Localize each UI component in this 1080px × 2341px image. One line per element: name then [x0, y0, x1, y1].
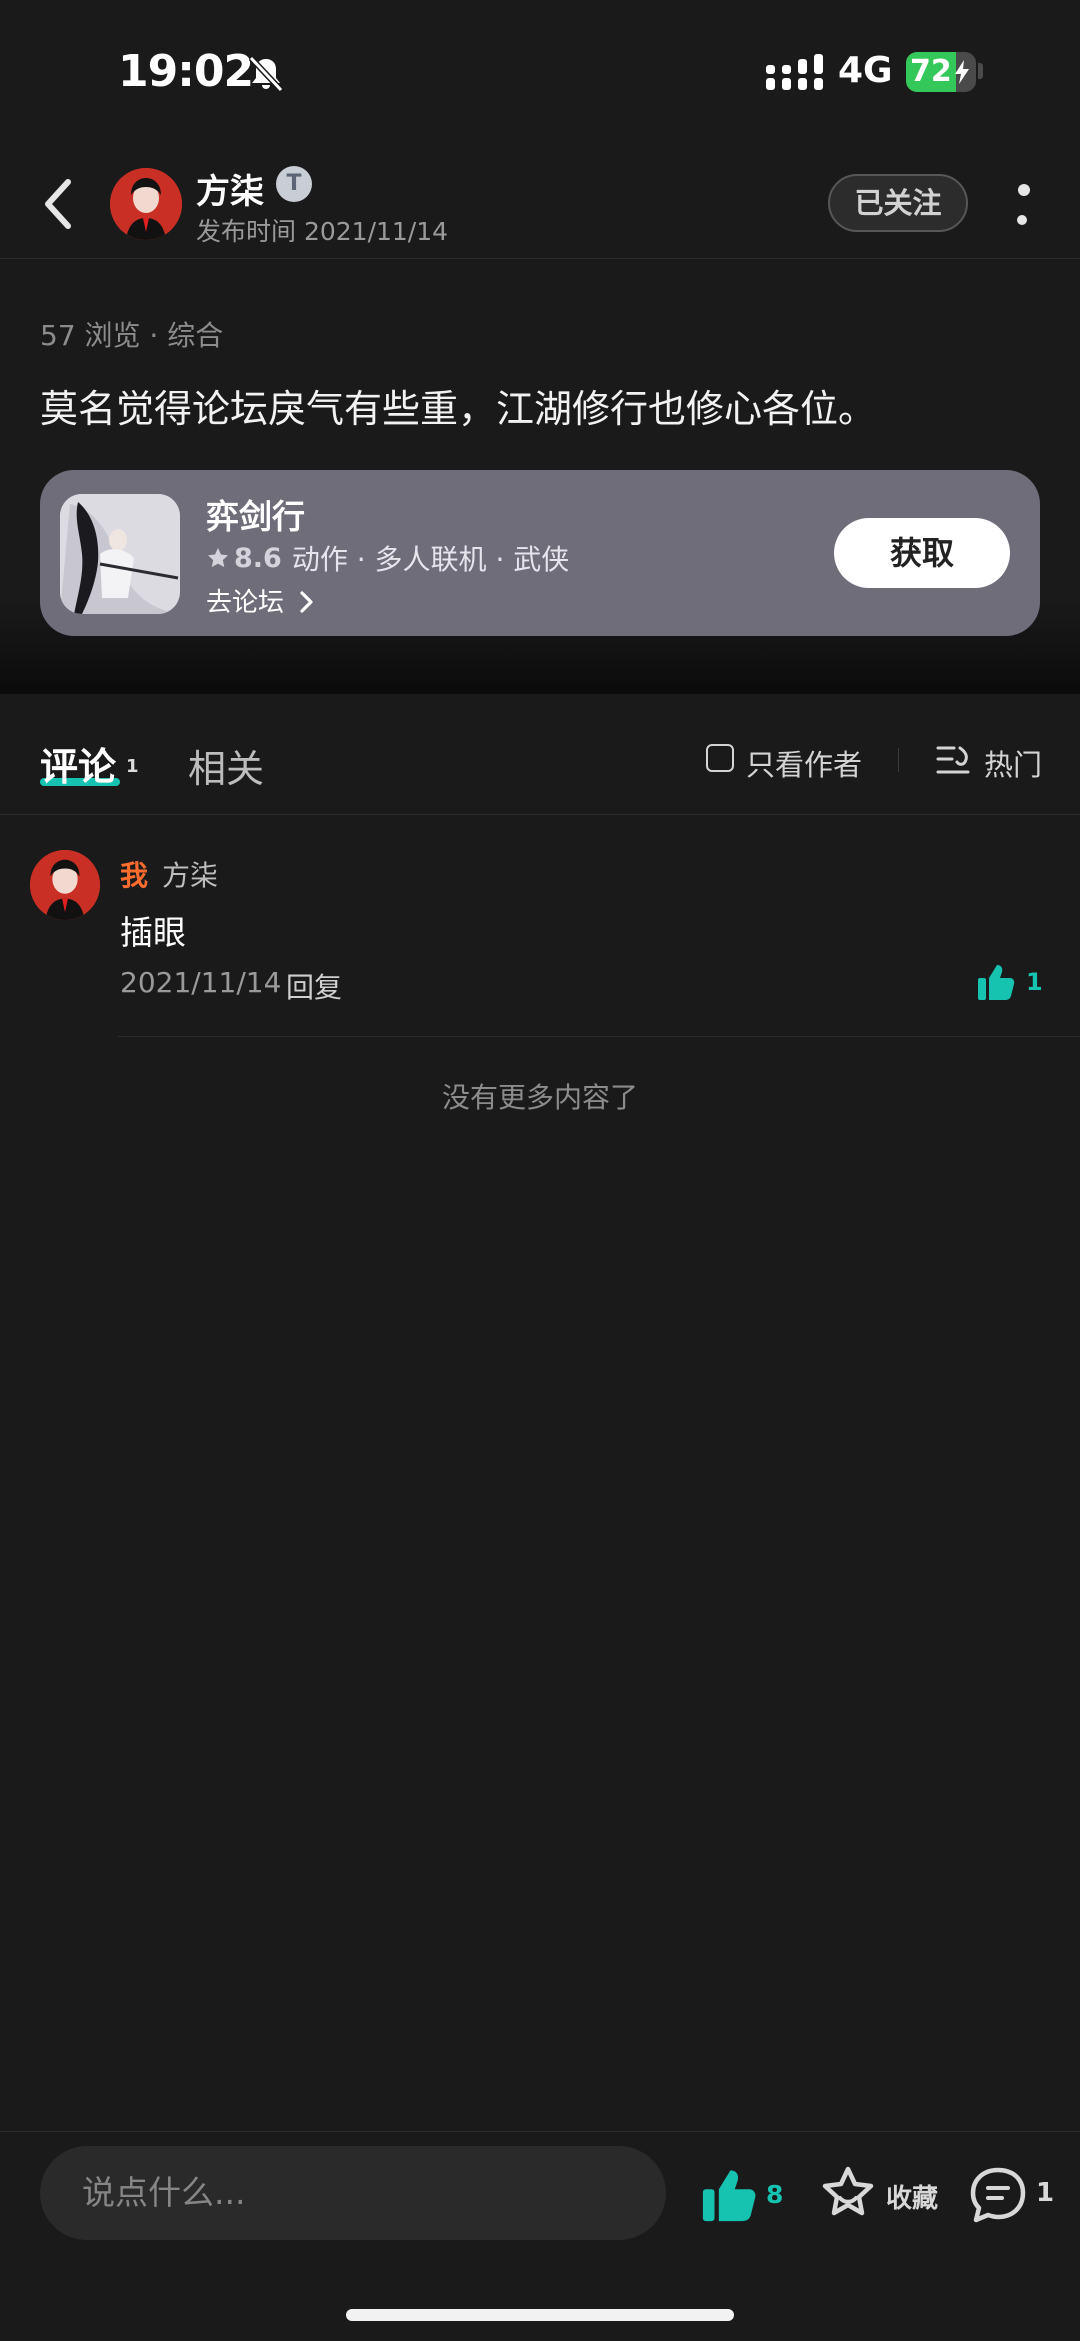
- star-icon[interactable]: [818, 2164, 878, 2224]
- comment-reply-button[interactable]: 回复: [286, 966, 342, 1006]
- go-to-forum-link[interactable]: 去论坛: [206, 582, 314, 619]
- battery-level-text: 72: [910, 54, 952, 89]
- commenter-avatar-portrait: [30, 850, 100, 920]
- tabs-divider: [0, 814, 1080, 815]
- author-avatar[interactable]: [110, 168, 182, 240]
- commenter-avatar[interactable]: [30, 850, 100, 920]
- author-only-checkbox[interactable]: [706, 744, 734, 772]
- game-tags: 动作 · 多人联机 · 武侠: [291, 543, 570, 576]
- publish-time: 发布时间 2021/11/14: [196, 217, 449, 246]
- home-indicator[interactable]: [346, 2309, 734, 2321]
- post-body: 莫名觉得论坛戾气有些重，江湖修行也修心各位。: [40, 387, 877, 431]
- sort-hot-label[interactable]: 热门: [984, 742, 1042, 784]
- header-divider: [0, 258, 1080, 259]
- game-icon[interactable]: [60, 494, 180, 614]
- no-more-content: 没有更多内容了: [441, 1081, 638, 1114]
- thumbs-up-icon[interactable]: [698, 2166, 760, 2224]
- comment-date: 2021/11/14: [120, 966, 282, 999]
- chevron-right-icon: [300, 591, 313, 613]
- author-level-badge: T: [276, 166, 312, 202]
- avatar-portrait: [110, 168, 182, 240]
- thumbs-up-icon[interactable]: [976, 962, 1016, 1002]
- network-type: 4G: [838, 50, 893, 91]
- battery-indicator: 72: [906, 52, 976, 92]
- back-arrow-icon[interactable]: [40, 176, 76, 232]
- get-game-button[interactable]: 获取: [834, 518, 1010, 588]
- comment-text[interactable]: 插眼: [120, 906, 186, 954]
- post-comment-count: 1: [1036, 2178, 1055, 2208]
- follow-button[interactable]: 已关注: [828, 174, 968, 232]
- bottom-bar-divider: [0, 2131, 1080, 2132]
- favorite-label[interactable]: 收藏: [886, 2178, 938, 2215]
- tab-related[interactable]: 相关: [188, 738, 264, 793]
- battery-cap: [978, 63, 983, 79]
- game-title[interactable]: 弈剑行: [206, 490, 305, 538]
- author-name[interactable]: 方柒: [196, 164, 264, 213]
- bell-slash-icon: [248, 55, 284, 93]
- commenter-name[interactable]: 方柒: [162, 854, 218, 894]
- signal-icon: [766, 54, 823, 90]
- comment-input[interactable]: 说点什么...: [40, 2146, 666, 2240]
- star-icon: [208, 548, 228, 568]
- post-like-count: 8: [766, 2180, 784, 2209]
- tab-comments-count: 1: [126, 756, 139, 777]
- game-rating-row: 8.6 动作 · 多人联机 · 武侠: [206, 538, 570, 576]
- charging-icon: [955, 60, 969, 84]
- game-rating: 8.6: [234, 542, 282, 574]
- go-to-forum-label: 去论坛: [206, 588, 285, 618]
- sort-icon[interactable]: [936, 744, 970, 776]
- tabs-separator: [898, 748, 899, 772]
- post-meta: 57 浏览 · 综合: [40, 319, 224, 352]
- comment-bubble-icon[interactable]: [968, 2166, 1028, 2224]
- tab-comments[interactable]: 评论: [40, 736, 116, 791]
- comment-me-tag: 我: [120, 859, 149, 892]
- author-only-label[interactable]: 只看作者: [746, 742, 862, 784]
- comment-like-count: 1: [1026, 968, 1043, 996]
- comment-divider: [118, 1036, 1080, 1037]
- more-options-icon[interactable]: [1014, 182, 1034, 228]
- game-icon-art: [60, 494, 180, 614]
- status-time: 19:02: [118, 46, 254, 97]
